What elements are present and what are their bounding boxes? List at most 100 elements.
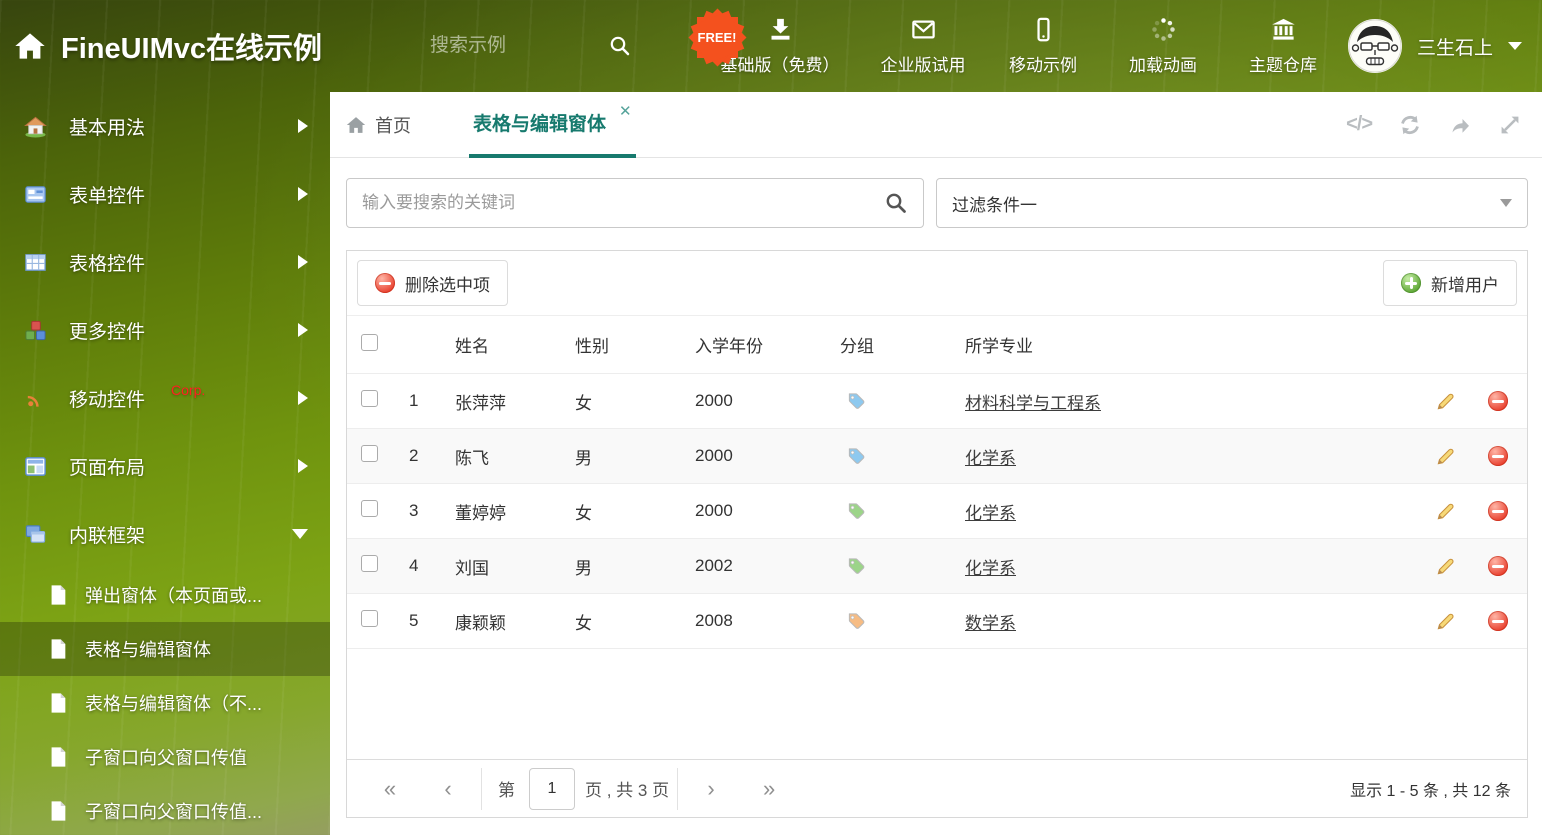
page-prefix: 第	[498, 781, 515, 800]
col-header-name[interactable]: 姓名	[447, 332, 567, 357]
row-gender: 男	[575, 448, 592, 468]
delete-row-button[interactable]	[1488, 501, 1508, 521]
row-checkbox[interactable]	[361, 610, 378, 627]
row-gender: 女	[575, 393, 592, 413]
tab-home[interactable]: 首页	[346, 92, 411, 158]
edit-row-button[interactable]	[1435, 391, 1456, 412]
row-year: 2008	[695, 611, 733, 630]
main-content: 首页 表格与编辑窗体 ✕ </> 过滤条件一	[330, 92, 1542, 835]
header-search	[430, 0, 632, 92]
col-header-major[interactable]: 所学专业	[957, 332, 1421, 357]
delete-row-button[interactable]	[1488, 611, 1508, 631]
chevron-right-icon	[298, 187, 308, 201]
sidebar-item-iframe[interactable]: 内联框架	[0, 500, 330, 568]
row-major-link[interactable]: 材料科学与工程系	[965, 394, 1101, 413]
pencil-icon	[1437, 558, 1454, 574]
delete-row-button[interactable]	[1488, 446, 1508, 466]
sidebar-subitem-grid-edit-window-2[interactable]: 表格与编辑窗体（不...	[0, 676, 330, 730]
row-name: 康颖颖	[455, 613, 506, 633]
header-search-input[interactable]	[430, 35, 580, 57]
sidebar-item-page-layout[interactable]: 页面布局	[0, 432, 330, 500]
user-grid-panel: 删除选中项 新增用户 姓名 性别 入学年份 分组 所学专业 1 张萍萍 女 20…	[346, 250, 1528, 818]
app-logo[interactable]: FineUIMvc在线示例	[14, 0, 322, 92]
pager-last-button[interactable]: »	[740, 776, 798, 802]
tab-grid-edit-window[interactable]: 表格与编辑窗体 ✕	[469, 92, 636, 158]
mobile-icon	[1036, 17, 1050, 42]
grid-icon	[25, 253, 46, 271]
keyword-search-input[interactable]	[362, 193, 884, 213]
close-icon[interactable]: ✕	[619, 102, 632, 120]
file-icon	[51, 693, 66, 713]
sidebar-item-form-controls[interactable]: 表单控件	[0, 160, 330, 228]
sidebar-item-mobile-controls[interactable]: 移动控件 Corp.	[0, 364, 330, 432]
page-number-input[interactable]	[529, 767, 575, 810]
row-name: 陈飞	[455, 448, 489, 468]
delete-row-button[interactable]	[1488, 391, 1508, 411]
sidebar-item-more-controls[interactable]: 更多控件	[0, 296, 330, 364]
chevron-down-icon	[292, 529, 308, 539]
fullscreen-button[interactable]	[1498, 113, 1522, 137]
app-header: FineUIMvc在线示例 FREE! 基础版（免费） 企业版试用 移动示例 加…	[0, 0, 1542, 92]
source-code-button[interactable]: </>	[1346, 113, 1373, 136]
sidebar-subitem-child-to-parent[interactable]: 子窗口向父窗口传值	[0, 730, 330, 784]
nav-item-loading-animation[interactable]: 加载动画	[1120, 16, 1206, 76]
select-all-checkbox[interactable]	[361, 333, 378, 351]
table-row[interactable]: 2 陈飞 男 2000 化学系	[347, 429, 1527, 484]
row-name: 张萍萍	[455, 393, 506, 413]
row-index: 1	[409, 391, 419, 410]
row-gender: 女	[575, 503, 592, 523]
row-major-link[interactable]: 化学系	[965, 504, 1016, 523]
row-index: 2	[409, 446, 419, 465]
row-checkbox[interactable]	[361, 555, 378, 572]
open-new-window-button[interactable]	[1448, 113, 1472, 137]
nav-item-enterprise-trial[interactable]: 企业版试用	[880, 16, 966, 76]
pager-next-button[interactable]: ›	[682, 776, 740, 802]
keyword-search-box	[346, 178, 924, 228]
sidebar-subitem-popup-window[interactable]: 弹出窗体（本页面或...	[0, 568, 330, 622]
search-icon[interactable]	[884, 191, 908, 215]
col-header-gender[interactable]: 性别	[567, 332, 687, 357]
username: 三生石上	[1416, 37, 1493, 59]
row-major-link[interactable]: 化学系	[965, 559, 1016, 578]
nav-item-theme-repo[interactable]: 主题仓库	[1240, 16, 1326, 76]
chevron-right-icon	[298, 459, 308, 473]
add-user-button[interactable]: 新增用户	[1383, 260, 1517, 306]
sidebar-item-grid-controls[interactable]: 表格控件	[0, 228, 330, 296]
row-major-link[interactable]: 数学系	[965, 614, 1016, 633]
row-checkbox[interactable]	[361, 445, 378, 462]
search-icon[interactable]	[608, 34, 632, 58]
col-header-year[interactable]: 入学年份	[687, 332, 832, 357]
table-row[interactable]: 3 董婷婷 女 2000 化学系	[347, 484, 1527, 539]
pager-first-button[interactable]: «	[361, 776, 419, 802]
table-row[interactable]: 5 康颖颖 女 2008 数学系	[347, 594, 1527, 649]
row-checkbox[interactable]	[361, 500, 378, 517]
pager-prev-button[interactable]: ‹	[419, 776, 477, 802]
row-name: 董婷婷	[455, 503, 506, 523]
table-body: 1 张萍萍 女 2000 材料科学与工程系 2 陈飞 男 2000 化学系 3 …	[347, 374, 1527, 649]
filter-dropdown[interactable]: 过滤条件一	[936, 178, 1528, 228]
home-icon	[346, 116, 366, 133]
table-row[interactable]: 4 刘国 男 2002 化学系	[347, 539, 1527, 594]
edit-row-button[interactable]	[1435, 556, 1456, 577]
edit-row-button[interactable]	[1435, 501, 1456, 522]
refresh-button[interactable]	[1398, 113, 1422, 137]
nav-item-basic-edition[interactable]: 基础版（免费）	[714, 16, 846, 76]
envelope-icon	[911, 20, 935, 39]
home-icon	[24, 116, 47, 138]
sidebar-subitem-grid-edit-window[interactable]: 表格与编辑窗体	[0, 622, 330, 676]
row-major-link[interactable]: 化学系	[965, 449, 1016, 468]
antenna-icon	[27, 395, 39, 407]
table-row[interactable]: 1 张萍萍 女 2000 材料科学与工程系	[347, 374, 1527, 429]
col-header-group[interactable]: 分组	[832, 332, 957, 357]
user-menu[interactable]: 三生石上	[1347, 0, 1522, 92]
nav-item-mobile-demo[interactable]: 移动示例	[1000, 16, 1086, 76]
delete-row-button[interactable]	[1488, 556, 1508, 576]
refresh-icon	[1401, 115, 1419, 134]
sidebar-item-basic-usage[interactable]: 基本用法	[0, 92, 330, 160]
sidebar-subitem-child-to-parent-2[interactable]: 子窗口向父窗口传值...	[0, 784, 330, 835]
edit-row-button[interactable]	[1435, 446, 1456, 467]
delete-selected-button[interactable]: 删除选中项	[357, 260, 508, 306]
row-checkbox[interactable]	[361, 390, 378, 407]
edit-row-button[interactable]	[1435, 611, 1456, 632]
tag-icon	[848, 393, 865, 409]
